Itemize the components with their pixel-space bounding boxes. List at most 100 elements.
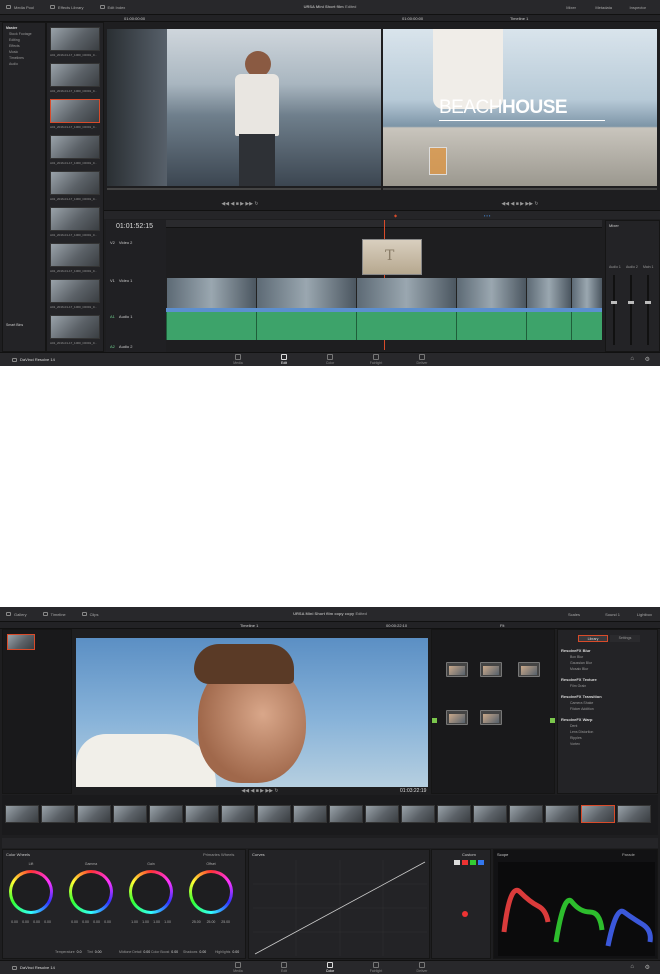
wheel-value[interactable]: 0.00 — [82, 920, 89, 924]
wheel-value[interactable]: 1.00 — [142, 920, 149, 924]
bin-item[interactable]: Editing — [9, 38, 20, 42]
tab-lightbox[interactable]: Lightbox — [637, 612, 652, 617]
color-wheel-lift[interactable] — [9, 870, 53, 914]
bin-item[interactable]: Audio — [9, 62, 18, 66]
bin-item[interactable]: Music — [9, 50, 18, 54]
page-tab-fairlight[interactable]: Fairlight — [366, 354, 386, 365]
wheel-value[interactable]: 1.00 — [153, 920, 160, 924]
record-transport[interactable]: ◀◀ ◀ ■ ▶ ▶▶ ↻ — [460, 201, 580, 207]
page-tab-media[interactable]: Media — [228, 962, 248, 973]
timeline-clip-thumbnail[interactable] — [221, 805, 255, 823]
adjust-value[interactable]: 0.00 — [171, 950, 178, 954]
snap-icon[interactable]: ◆ — [394, 213, 397, 218]
wheel-value[interactable]: 0.00 — [93, 920, 100, 924]
color-viewer[interactable] — [76, 638, 428, 787]
wheel-value[interactable]: 0.00 — [104, 920, 111, 924]
audio-clip[interactable] — [356, 312, 456, 340]
audio-clip[interactable] — [256, 312, 356, 340]
timeline-clip-thumbnail[interactable] — [509, 805, 543, 823]
tab-mixer[interactable]: Mixer — [566, 5, 576, 10]
mixer-fader-knob[interactable] — [645, 301, 651, 304]
video-clip[interactable] — [456, 278, 526, 308]
timeline-clip-thumbnail[interactable] — [437, 805, 471, 823]
media-pool-clip-thumbnail[interactable] — [50, 135, 100, 159]
node-output[interactable] — [550, 718, 555, 723]
timeline-clip-thumbnail[interactable] — [401, 805, 435, 823]
page-tab-deliver[interactable]: Deliver — [412, 962, 432, 973]
settings-icon[interactable]: ⚙ — [645, 356, 650, 363]
timeline-viewer[interactable]: BEACHHOUSE — [383, 29, 657, 186]
timeline-clip-thumbnail[interactable] — [581, 805, 615, 823]
timeline-clip-thumbnail[interactable] — [5, 805, 39, 823]
node-02[interactable] — [480, 662, 502, 677]
library-effect-item[interactable]: Box Blur — [570, 655, 583, 659]
zoom-fit[interactable]: Fit — [500, 623, 504, 628]
adjust-value[interactable]: 0.00 — [232, 950, 239, 954]
adjust-value[interactable]: 0.00 — [143, 950, 150, 954]
home-icon[interactable]: ⌂ — [630, 964, 634, 970]
primaries-mode[interactable]: Primaries Wheels — [203, 852, 234, 857]
page-tab-fairlight[interactable]: Fairlight — [366, 962, 386, 973]
page-tab-color[interactable]: Color — [320, 962, 340, 973]
wheel-value[interactable]: 0.00 — [11, 920, 18, 924]
adjust-control[interactable]: Midtone Detail 0.00 — [119, 950, 150, 954]
record-scrubber[interactable] — [383, 188, 657, 190]
timeline-name[interactable]: Timeline 1 — [510, 16, 528, 21]
mixer-fader[interactable] — [630, 275, 632, 345]
timeline-clip-thumbnail[interactable] — [617, 805, 651, 823]
timeline-clip-thumbnail[interactable] — [77, 805, 111, 823]
title-clip[interactable]: T — [362, 239, 422, 275]
still-thumbnail[interactable] — [7, 634, 35, 650]
settings-icon[interactable]: ⚙ — [645, 964, 650, 971]
library-effect-item[interactable]: Dent — [570, 724, 577, 728]
video-clip[interactable] — [571, 278, 602, 308]
mixer-fader-knob[interactable] — [628, 301, 634, 304]
tab-settings[interactable]: Settings — [610, 635, 640, 642]
audio-clip[interactable] — [456, 312, 526, 340]
wheel-value[interactable]: 0.00 — [33, 920, 40, 924]
wheel-value[interactable]: 0.00 — [22, 920, 29, 924]
audio-clip[interactable] — [166, 312, 256, 340]
media-pool-clip-thumbnail[interactable] — [50, 279, 100, 303]
node-04[interactable] — [446, 710, 468, 725]
bin-item[interactable]: Timelines — [9, 56, 24, 60]
timeline-clip-thumbnail[interactable] — [293, 805, 327, 823]
soft-clip-red[interactable] — [462, 911, 468, 917]
page-tab-media[interactable]: Media — [228, 354, 248, 365]
video-clip[interactable] — [526, 278, 571, 308]
timeline-clip-thumbnail[interactable] — [365, 805, 399, 823]
timeline-clip-thumbnail[interactable] — [257, 805, 291, 823]
page-tab-edit[interactable]: Edit — [274, 354, 294, 365]
adjust-value[interactable]: 0.00 — [95, 950, 102, 954]
media-pool-clip-thumbnail[interactable] — [50, 99, 100, 123]
timeline-clip-thumbnail[interactable] — [473, 805, 507, 823]
color-wheel-gain[interactable] — [129, 870, 173, 914]
node-05[interactable] — [480, 710, 502, 725]
tab-metadata[interactable]: Metadata — [595, 5, 612, 10]
audio-clip[interactable] — [571, 312, 602, 340]
timeline-clip-thumbnail[interactable] — [329, 805, 363, 823]
flag-icon[interactable]: ▪ ▪ ▪ — [484, 213, 490, 218]
video-clip[interactable] — [356, 278, 456, 308]
channel-y[interactable] — [454, 860, 460, 865]
page-tab-deliver[interactable]: Deliver — [412, 354, 432, 365]
mixer-fader[interactable] — [647, 275, 649, 345]
color-transport[interactable]: ◀◀ ◀ ■ ▶ ▶▶ ↻ — [220, 788, 300, 794]
library-effect-item[interactable]: Lens Distortion — [570, 730, 593, 734]
library-effect-item[interactable]: Vortex — [570, 742, 580, 746]
media-pool-clip-thumbnail[interactable] — [50, 27, 100, 51]
library-effect-item[interactable]: Camera Shake — [570, 701, 593, 705]
timeline-clip-thumbnail[interactable] — [185, 805, 219, 823]
audio-clip[interactable] — [526, 312, 571, 340]
channel-b[interactable] — [478, 860, 484, 865]
video-clip[interactable] — [256, 278, 356, 308]
media-pool-clip-thumbnail[interactable] — [50, 63, 100, 87]
adjust-value[interactable]: 0.00 — [199, 950, 206, 954]
node-input[interactable] — [432, 718, 437, 723]
channel-g[interactable] — [470, 860, 476, 865]
mixer-fader-knob[interactable] — [611, 301, 617, 304]
bin-item[interactable]: Effects — [9, 44, 20, 48]
scope-mode[interactable]: Parade — [622, 852, 635, 857]
wheel-value[interactable]: 0.00 — [71, 920, 78, 924]
wheel-value[interactable]: 0.00 — [44, 920, 51, 924]
